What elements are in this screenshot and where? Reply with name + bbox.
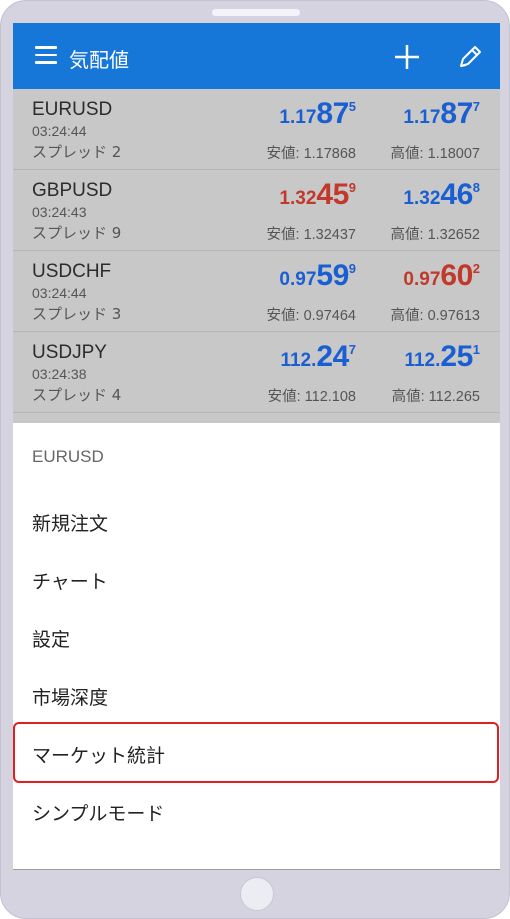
quote-time: 03:24:38 (32, 366, 87, 382)
menu-item-market-depth[interactable]: 市場深度 (32, 683, 108, 710)
bid-price-fraction: 9 (348, 261, 356, 276)
pencil-icon[interactable] (456, 43, 484, 71)
quote-time: 03:24:43 (32, 204, 87, 220)
ask-price: 0.97602 (403, 259, 480, 293)
quote-time: 03:24:44 (32, 285, 87, 301)
symbol-name: GBPUSD (32, 180, 113, 201)
ask-price-pips: 46 (440, 178, 473, 211)
bid-price: 0.97599 (279, 259, 356, 293)
ask-price-pips: 87 (440, 97, 473, 130)
bid-price-pips: 87 (316, 97, 349, 130)
bid-price-fraction: 7 (348, 342, 356, 357)
ask-price: 1.17877 (403, 97, 480, 131)
quote-row-eurusd[interactable]: EURUSD 03:24:44 スプレッド 2 1.17875 1.17877 … (13, 89, 500, 170)
high-price: 高値: 0.97613 (390, 308, 480, 324)
spread-label: スプレッド 9 (32, 224, 122, 242)
bid-price: 1.17875 (279, 97, 356, 131)
ask-price-fraction: 1 (472, 342, 480, 357)
high-price: 高値: 1.18007 (390, 146, 480, 162)
quote-row-usdchf[interactable]: USDCHF 03:24:44 スプレッド 3 0.97599 0.97602 … (13, 251, 500, 332)
menu-item-market-statistics[interactable]: マーケット統計 (32, 741, 165, 768)
ask-price: 1.32468 (403, 178, 480, 212)
spread-label: スプレッド 4 (32, 386, 122, 404)
bid-price-prefix: 112. (280, 350, 317, 371)
bid-price-fraction: 5 (348, 99, 356, 114)
high-price: 高値: 1.32652 (390, 227, 480, 243)
ask-price-pips: 25 (440, 340, 473, 373)
ask-price-fraction: 2 (472, 261, 480, 276)
symbol-name: USDJPY (32, 342, 107, 363)
ask-price-prefix: 112. (404, 350, 441, 371)
hamburger-menu-icon[interactable] (35, 46, 57, 64)
menu-item-settings[interactable]: 設定 (32, 625, 70, 652)
bid-price-pips: 59 (316, 259, 349, 292)
bid-price-prefix: 1.32 (279, 188, 317, 209)
bid-price: 112.247 (280, 340, 356, 374)
bid-price-pips: 45 (316, 178, 349, 211)
app-bar: 気配値 (13, 23, 500, 89)
ask-price-prefix: 1.32 (403, 188, 441, 209)
quotes-list: EURUSD 03:24:44 スプレッド 2 1.17875 1.17877 … (13, 89, 500, 423)
menu-item-chart[interactable]: チャート (32, 567, 108, 594)
ask-price-fraction: 7 (472, 99, 480, 114)
low-price: 安値: 1.17868 (266, 146, 356, 162)
symbol-name: EURUSD (32, 99, 113, 120)
sheet-title: EURUSD (32, 447, 104, 466)
bid-price-prefix: 1.17 (279, 107, 317, 128)
spread-label: スプレッド 3 (32, 305, 122, 323)
bid-price-fraction: 9 (348, 180, 356, 195)
ask-price: 112.251 (404, 340, 480, 374)
spread-label: スプレッド 2 (32, 143, 122, 161)
screen: 気配値 EURUSD 03:24:44 スプレッド 2 1.17875 1.17… (13, 23, 500, 870)
speaker-grille (212, 9, 300, 16)
menu-item-new-order[interactable]: 新規注文 (32, 509, 108, 536)
bid-price: 1.32459 (279, 178, 356, 212)
low-price: 安値: 0.97464 (266, 308, 356, 324)
home-button[interactable] (240, 877, 274, 911)
bid-price-pips: 24 (316, 340, 349, 373)
low-price: 安値: 112.108 (267, 389, 356, 405)
quote-row-usdjpy[interactable]: USDJPY 03:24:38 スプレッド 4 112.247 112.251 … (13, 332, 500, 413)
high-price: 高値: 112.265 (391, 389, 480, 405)
ask-price-prefix: 0.97 (403, 269, 441, 290)
ask-price-prefix: 1.17 (403, 107, 441, 128)
phone-frame: 気配値 EURUSD 03:24:44 スプレッド 2 1.17875 1.17… (0, 0, 510, 919)
menu-item-simple-mode[interactable]: シンプルモード (32, 799, 164, 826)
symbol-name: USDCHF (32, 261, 112, 282)
ask-price-fraction: 8 (472, 180, 480, 195)
divider (13, 869, 500, 870)
bid-price-prefix: 0.97 (279, 269, 317, 290)
context-menu-sheet: EURUSD 新規注文 チャート 設定 市場深度 マーケット統計 シンプルモード (13, 423, 500, 870)
quote-row-gbpusd[interactable]: GBPUSD 03:24:43 スプレッド 9 1.32459 1.32468 … (13, 170, 500, 251)
page-title: 気配値 (69, 48, 129, 72)
plus-icon[interactable] (393, 43, 421, 71)
ask-price-pips: 60 (440, 259, 473, 292)
quote-time: 03:24:44 (32, 123, 87, 139)
low-price: 安値: 1.32437 (266, 227, 356, 243)
